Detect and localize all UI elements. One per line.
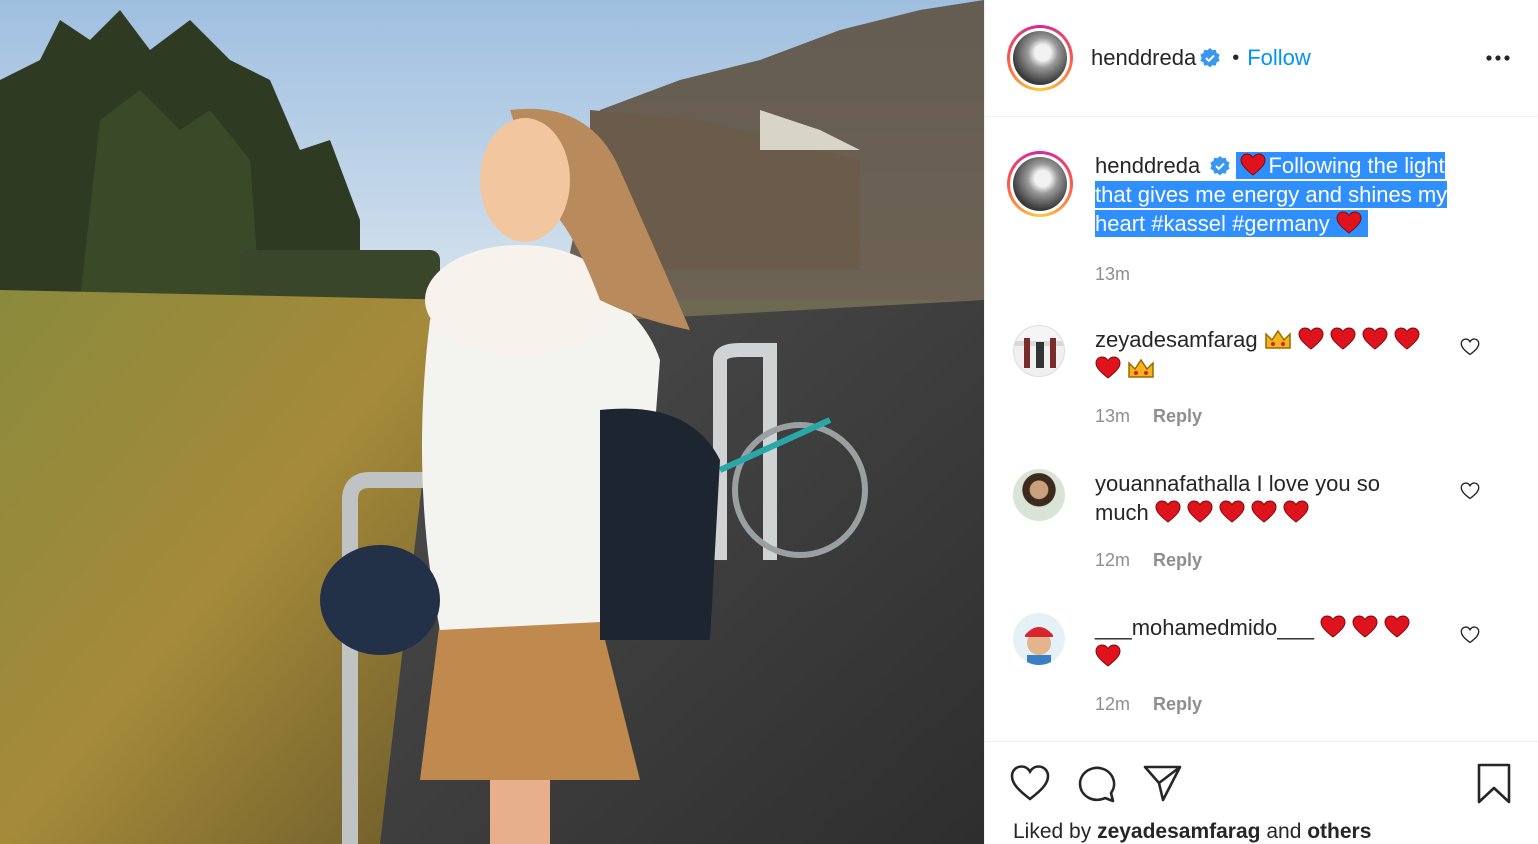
photo-illustration	[0, 0, 984, 844]
separator-dot: •	[1232, 46, 1240, 69]
verified-icon	[1210, 156, 1230, 176]
author-avatar[interactable]	[1007, 25, 1073, 91]
crown-icon	[1128, 358, 1154, 378]
post-photo[interactable]	[0, 0, 984, 844]
comment-like-icon[interactable]	[1460, 337, 1480, 357]
more-icon[interactable]	[1484, 48, 1512, 68]
heart-icon	[1298, 327, 1324, 350]
comment-username[interactable]: zeyadesamfarag	[1095, 327, 1258, 352]
heart-icon	[1336, 211, 1362, 234]
heart-icon	[1187, 500, 1213, 523]
post-caption: henddreda Following the light that gives…	[1007, 151, 1518, 285]
follow-button[interactable]: Follow	[1247, 45, 1311, 71]
share-icon[interactable]	[1141, 762, 1183, 804]
comment-username[interactable]: ___mohamedmido___	[1095, 615, 1314, 640]
comment-item: ___mohamedmido___ 12m Reply	[1013, 613, 1518, 715]
comment-time[interactable]: 13m	[1095, 406, 1130, 426]
like-icon[interactable]	[1009, 762, 1051, 804]
heart-icon	[1352, 615, 1378, 638]
liked-by-prefix: Liked by	[1013, 820, 1092, 843]
verified-icon	[1200, 48, 1220, 68]
caption-username[interactable]: henddreda	[1095, 153, 1200, 178]
reply-button[interactable]: Reply	[1153, 406, 1202, 426]
commenter-avatar[interactable]	[1013, 613, 1065, 665]
comment-icon[interactable]	[1075, 762, 1117, 804]
commenter-avatar[interactable]	[1013, 469, 1065, 521]
comment-item: zeyadesamfarag 13m Reply	[1013, 325, 1518, 427]
comment-like-icon[interactable]	[1460, 481, 1480, 501]
heart-icon	[1095, 644, 1121, 667]
comment-time[interactable]: 12m	[1095, 694, 1130, 714]
heart-icon	[1240, 153, 1266, 176]
liked-by-others[interactable]: others	[1307, 820, 1371, 843]
heart-icon	[1283, 500, 1309, 523]
reply-button[interactable]: Reply	[1153, 694, 1202, 714]
heart-icon	[1394, 327, 1420, 350]
liked-by-summary: Liked by zeyadesamfarag and others	[1013, 820, 1371, 844]
caption-time[interactable]: 13m	[1095, 264, 1475, 285]
author-username[interactable]: henddreda	[1091, 45, 1196, 71]
commenter-avatar[interactable]	[1013, 325, 1065, 377]
crown-icon	[1265, 329, 1291, 349]
heart-icon	[1362, 327, 1388, 350]
heart-icon	[1320, 615, 1346, 638]
reply-button[interactable]: Reply	[1153, 550, 1202, 570]
post-actions-bar: Liked by zeyadesamfarag and others	[985, 741, 1538, 844]
liked-by-user[interactable]: zeyadesamfarag	[1097, 820, 1260, 843]
post-side-panel: henddreda • Follow henddreda Following t…	[984, 0, 1538, 844]
comment-item: youannafathalla I love you so much 12m R…	[1013, 469, 1518, 571]
comment-username[interactable]: youannafathalla	[1095, 471, 1250, 496]
heart-icon	[1251, 500, 1277, 523]
save-icon[interactable]	[1473, 762, 1515, 804]
comment-like-icon[interactable]	[1460, 625, 1480, 645]
heart-icon	[1384, 615, 1410, 638]
heart-icon	[1219, 500, 1245, 523]
liked-by-conj: and	[1266, 820, 1302, 843]
heart-icon	[1155, 500, 1181, 523]
comment-time[interactable]: 12m	[1095, 550, 1130, 570]
heart-icon	[1095, 356, 1121, 379]
post-header: henddreda • Follow	[985, 0, 1538, 117]
comments-list[interactable]: henddreda Following the light that gives…	[985, 117, 1538, 741]
heart-icon	[1330, 327, 1356, 350]
caption-avatar[interactable]	[1007, 151, 1073, 217]
post-modal: henddreda • Follow henddreda Following t…	[0, 0, 1538, 844]
